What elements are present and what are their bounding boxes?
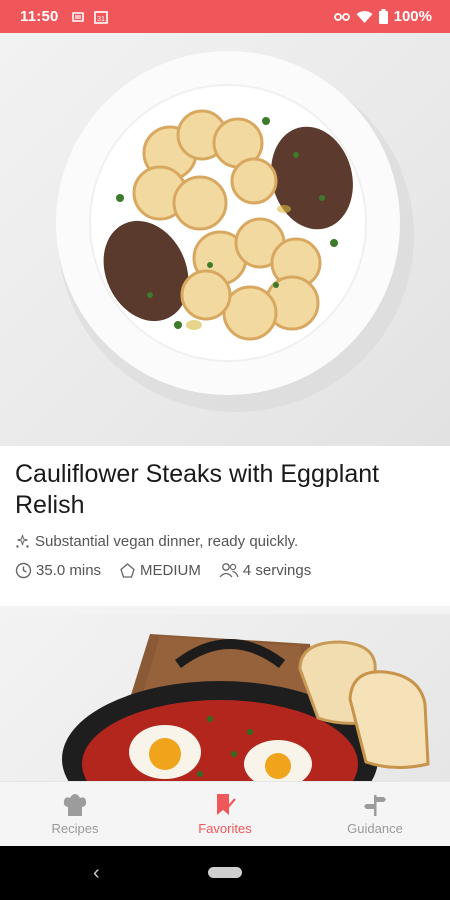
back-icon[interactable]: ‹ [93,862,100,885]
recipe-feed[interactable]: Cauliflower Steaks with Eggplant Relish … [0,33,450,781]
signpost-icon [364,795,386,816]
battery-percent: 100% [393,8,432,25]
recipe-difficulty: MEDIUM [140,562,201,579]
nav-guidance-label: Guidance [347,821,403,836]
battery-icon [378,9,388,24]
recipe-title: Cauliflower Steaks with Eggplant Relish [15,460,380,519]
vpn-key-icon [333,12,350,21]
recipe-card[interactable]: Cauliflower Steaks with Eggplant Relish … [0,33,450,614]
recipe-image[interactable] [0,33,450,446]
difficulty-icon [120,563,135,578]
svg-text:31: 31 [97,16,105,23]
nav-recipes-label: Recipes [51,821,99,836]
wifi-icon [356,10,373,23]
recipe-image[interactable] [0,614,450,781]
bookmark-icon [217,794,236,815]
status-time: 11:50 [20,8,59,25]
shakshuka-pan-image [62,634,430,781]
clock-icon [15,562,32,579]
people-icon [219,563,239,578]
recipe-description-row: Substantial vegan dinner, ready quickly. [15,533,435,550]
home-pill[interactable] [208,867,242,878]
bottom-navigation: Recipes Favorites Guidance [0,781,450,847]
chef-hat-icon [63,794,87,816]
card-divider [0,606,450,614]
notification-icon [71,11,84,22]
recipe-card[interactable] [0,614,450,781]
nav-favorites-label: Favorites [198,821,252,836]
status-bar: 11:50 31 100% [0,0,450,33]
nav-recipes[interactable]: Recipes [0,782,150,847]
recipe-description: Substantial vegan dinner, ready quickly. [35,533,299,550]
calendar-icon: 31 [93,10,108,24]
nav-favorites[interactable]: Favorites [150,782,300,847]
sparkle-icon [16,534,29,548]
nav-guidance[interactable]: Guidance [300,782,450,847]
recipe-time: 35.0 mins [36,562,102,579]
recipe-servings: 4 servings [242,562,312,579]
cauliflower-plate-image [56,51,414,412]
system-navigation-bar: ‹ [0,846,450,900]
recipe-meta-row: 35.0 mins MEDIUM 4 servings [15,562,435,579]
